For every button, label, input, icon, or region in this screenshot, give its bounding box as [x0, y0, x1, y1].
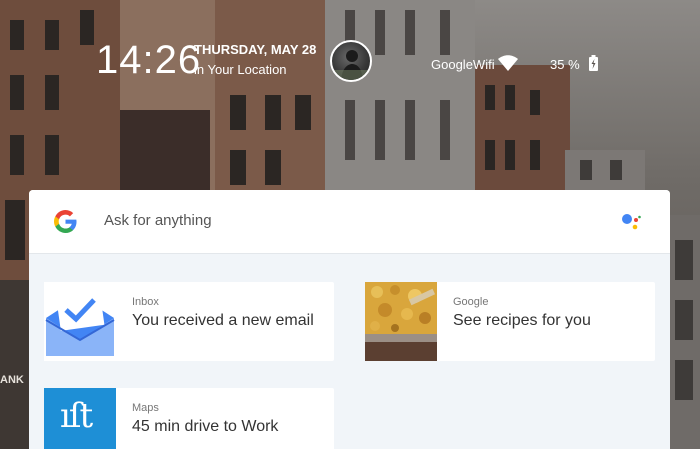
storefront-sign: ANK [0, 374, 24, 386]
card-app-name: Inbox [132, 296, 159, 308]
location-label: in Your Location [194, 62, 287, 77]
notification-card-maps[interactable]: ıſt Maps 45 min drive to Work [44, 388, 334, 449]
storefront-left [0, 280, 29, 449]
window [505, 140, 515, 170]
window [675, 240, 693, 280]
card-message: 45 min drive to Work [132, 418, 279, 435]
notification-card-inbox[interactable]: Inbox You received a new email [44, 282, 334, 361]
google-assistant-icon[interactable] [621, 212, 643, 234]
battery-percent: 35 % [550, 57, 580, 72]
window [10, 135, 24, 175]
date-label: THURSDAY, MAY 28 [194, 42, 317, 57]
storefront [120, 110, 210, 190]
wifi-name: GoogleWifi [431, 57, 495, 72]
ift-logo: ıſt [44, 388, 116, 449]
window [675, 360, 693, 400]
card-app-name: Google [453, 296, 489, 308]
lock-screen-status: 14:26 THURSDAY, MAY 28 in Your Location … [0, 0, 700, 120]
wifi-icon [498, 55, 518, 71]
window [675, 300, 693, 340]
card-message: See recipes for you [453, 312, 591, 329]
inbox-icon [44, 282, 116, 361]
window [45, 135, 59, 175]
window [485, 140, 495, 170]
window [5, 200, 25, 260]
card-message: You received a new email [132, 312, 314, 329]
battery-charging-icon [589, 55, 598, 71]
search-bar[interactable]: Ask for anything [29, 190, 670, 254]
user-avatar[interactable] [330, 40, 372, 82]
window [530, 140, 540, 170]
window [580, 160, 592, 180]
window [230, 150, 246, 185]
ift-logo-text: ıſt [60, 396, 93, 436]
search-placeholder: Ask for anything [104, 212, 212, 229]
window [265, 150, 281, 185]
google-g-icon [54, 210, 77, 233]
clock: 14:26 [96, 38, 202, 82]
google-feed-panel: Ask for anything Inbox You received a ne… [29, 190, 670, 449]
window [610, 160, 622, 180]
card-app-name: Maps [132, 402, 159, 414]
notification-card-recipes[interactable]: Google See recipes for you [365, 282, 655, 361]
person-silhouette-icon [332, 50, 370, 80]
food-photo [365, 282, 437, 361]
